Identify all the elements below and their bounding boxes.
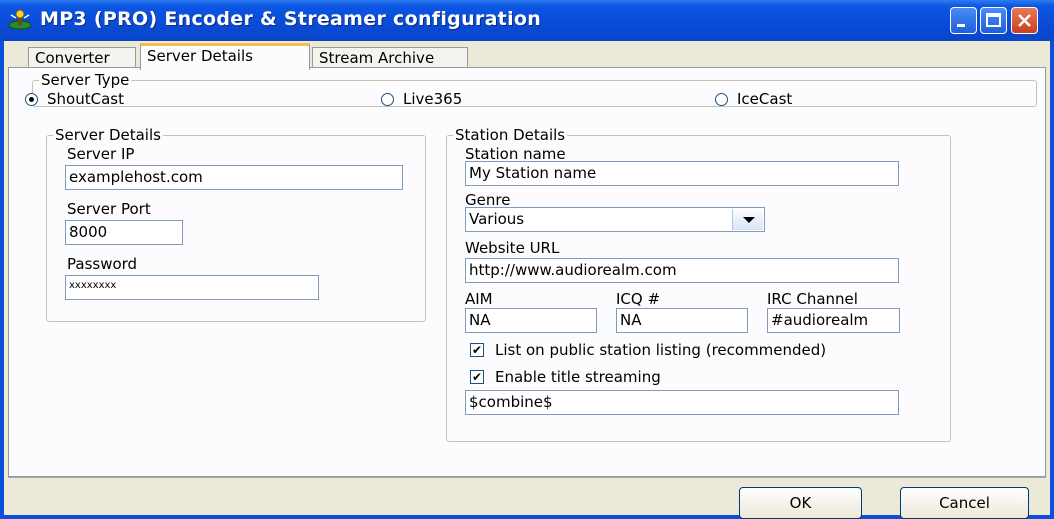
dialog-body: Converter Server Details Stream Archive … — [4, 41, 1050, 519]
chevron-down-icon[interactable] — [732, 209, 763, 230]
aim-input[interactable]: NA — [465, 308, 597, 333]
radio-label: Live365 — [403, 90, 463, 108]
radio-icecast[interactable]: IceCast — [715, 90, 792, 108]
genre-select[interactable]: Various — [465, 207, 765, 232]
checkbox-label: Enable title streaming — [495, 368, 661, 386]
irc-channel-input[interactable]: #audiorealm — [767, 308, 900, 333]
checkbox-label: List on public station listing (recommen… — [495, 341, 827, 359]
streamer-app-icon — [8, 9, 32, 30]
icq-input[interactable]: NA — [616, 308, 748, 333]
public-listing-checkbox[interactable]: ✔ List on public station listing (recomm… — [470, 341, 826, 359]
radio-label: ShoutCast — [47, 90, 124, 108]
title-streaming-checkbox[interactable]: ✔ Enable title streaming — [470, 368, 661, 386]
minimize-icon — [957, 24, 965, 27]
irc-channel-label: IRC Channel — [767, 290, 858, 308]
server-type-legend: Server Type — [41, 71, 130, 89]
title-format-input[interactable]: $combine$ — [465, 390, 899, 415]
tab-stream-archive[interactable]: Stream Archive — [312, 47, 468, 68]
radio-label: IceCast — [737, 90, 793, 108]
radio-button-icon — [25, 92, 38, 106]
password-label: Password — [67, 255, 138, 273]
icq-label: ICQ # — [616, 290, 661, 308]
checkmark-icon: ✔ — [470, 343, 484, 357]
aim-label: AIM — [465, 290, 493, 308]
server-details-panel: Server Type ShoutCast Live365 IceCast Se… — [8, 67, 1046, 477]
cancel-button[interactable]: Cancel — [900, 487, 1029, 519]
station-details-legend: Station Details — [455, 126, 566, 144]
server-port-label: Server Port — [67, 200, 151, 218]
server-type-group: Server Type — [32, 71, 1037, 107]
radio-button-icon — [715, 92, 728, 106]
website-url-input[interactable]: http://www.audiorealm.com — [465, 258, 899, 283]
radio-live365[interactable]: Live365 — [381, 90, 462, 108]
close-button[interactable] — [1011, 7, 1038, 34]
server-ip-input[interactable]: examplehost.com — [65, 165, 403, 190]
window-title: MP3 (PRO) Encoder & Streamer configurati… — [40, 8, 542, 30]
server-ip-label: Server IP — [67, 145, 135, 163]
divider — [8, 477, 1046, 480]
tab-converter[interactable]: Converter — [28, 47, 136, 68]
config-window: MP3 (PRO) Encoder & Streamer configurati… — [0, 0, 1054, 519]
maximize-button[interactable] — [980, 7, 1007, 34]
genre-value: Various — [469, 210, 525, 228]
minimize-button[interactable] — [950, 7, 977, 34]
server-port-input[interactable]: 8000 — [65, 220, 183, 245]
title-bar[interactable]: MP3 (PRO) Encoder & Streamer configurati… — [0, 0, 1054, 41]
website-url-label: Website URL — [465, 239, 560, 257]
password-input[interactable]: xxxxxxxx — [65, 275, 319, 300]
server-details-legend: Server Details — [55, 126, 161, 144]
tab-server-details[interactable]: Server Details — [140, 43, 310, 70]
maximize-icon — [986, 13, 1001, 27]
radio-button-icon — [381, 92, 394, 106]
station-name-input[interactable]: My Station name — [465, 161, 899, 186]
radio-shoutcast[interactable]: ShoutCast — [25, 90, 124, 108]
ok-button[interactable]: OK — [739, 487, 862, 519]
close-icon — [1018, 14, 1031, 27]
checkmark-icon: ✔ — [470, 370, 484, 384]
